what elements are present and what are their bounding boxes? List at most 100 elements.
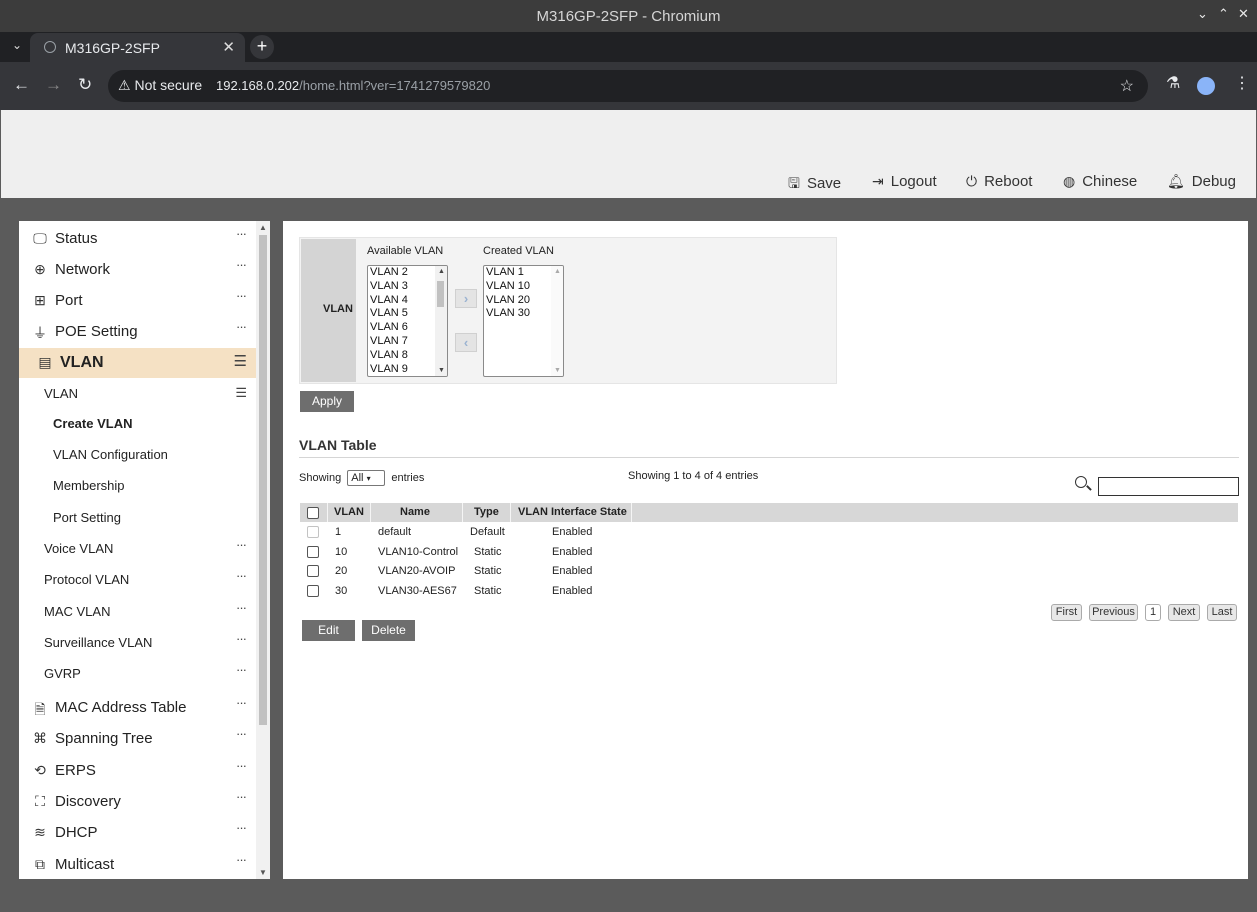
- available-vlan-listbox[interactable]: VLAN 2 VLAN 3 VLAN 4 VLAN 5 VLAN 6 VLAN …: [367, 265, 448, 377]
- logout-button[interactable]: ⇥ Logout: [872, 173, 937, 190]
- browser-tab[interactable]: M316GP-2SFP ✕: [30, 33, 245, 62]
- minimize-icon[interactable]: ⌄: [1197, 6, 1208, 22]
- sidebar-item-port[interactable]: ⊞ Port ···: [19, 286, 256, 314]
- url-text[interactable]: 192.168.0.202/home.html?ver=174127957982…: [216, 78, 490, 93]
- more-icon[interactable]: ···: [236, 537, 247, 552]
- row-checkbox[interactable]: [307, 565, 319, 577]
- table-row[interactable]: 1 default Default Enabled: [300, 522, 1238, 542]
- more-icon[interactable]: ···: [236, 288, 247, 303]
- tab-search-icon[interactable]: ⌄: [12, 38, 22, 52]
- pagination-last-button[interactable]: Last: [1207, 604, 1237, 621]
- scroll-up-icon[interactable]: ▲: [554, 268, 561, 275]
- sidebar-item-spanning-tree[interactable]: ⌘ Spanning Tree ···: [19, 724, 256, 752]
- column-header-name[interactable]: Name: [400, 506, 430, 518]
- pagination-first-button[interactable]: First: [1051, 604, 1082, 621]
- close-tab-icon[interactable]: ✕: [222, 38, 235, 56]
- forward-icon[interactable]: →: [45, 76, 62, 93]
- sidebar-item-status[interactable]: 🖵 Status ···: [19, 224, 256, 252]
- sidebar-item-dhcp[interactable]: ≋ DHCP ···: [19, 818, 256, 846]
- listbox-scrollbar[interactable]: ▲ ▼: [435, 266, 447, 376]
- scroll-up-icon[interactable]: ▲: [259, 223, 267, 232]
- move-left-button[interactable]: ‹: [455, 333, 477, 352]
- sidebar-subgroup-vlan[interactable]: VLAN ☰: [19, 380, 256, 408]
- sidebar-item-protocol-vlan[interactable]: Protocol VLAN ···: [19, 566, 256, 594]
- sidebar-item-vlan-configuration[interactable]: VLAN Configuration: [19, 441, 256, 469]
- sidebar-item-gvrp[interactable]: GVRP ···: [19, 660, 256, 688]
- more-icon[interactable]: ···: [236, 820, 247, 835]
- pagination-next-button[interactable]: Next: [1168, 604, 1200, 621]
- listbox-scrollbar[interactable]: ▲ ▼: [551, 266, 563, 376]
- more-icon[interactable]: ···: [236, 257, 247, 272]
- row-checkbox[interactable]: [307, 546, 319, 558]
- sidebar-item-label: Membership: [53, 478, 125, 493]
- debug-button[interactable]: 🔔︎ Debug: [1167, 173, 1236, 190]
- close-window-icon[interactable]: ✕: [1238, 6, 1249, 22]
- pagination-page-1[interactable]: 1: [1145, 604, 1161, 621]
- move-right-button[interactable]: ›: [455, 289, 477, 308]
- select-all-checkbox[interactable]: [307, 507, 319, 519]
- sidebar-item-multicast[interactable]: ⧉ Multicast ···: [19, 850, 256, 878]
- sidebar-item-discovery[interactable]: ⛶ Discovery ···: [19, 787, 256, 815]
- edit-button[interactable]: Edit: [302, 620, 355, 641]
- delete-button[interactable]: Delete: [362, 620, 415, 641]
- scroll-down-icon[interactable]: ▼: [259, 868, 267, 877]
- address-bar[interactable]: ⚠ Not secure 192.168.0.202/home.html?ver…: [108, 70, 1148, 102]
- entries-select[interactable]: All ▾: [347, 470, 386, 486]
- sidebar-item-mac-address-table[interactable]: 🗎 MAC Address Table ···: [19, 693, 256, 721]
- more-icon[interactable]: ···: [236, 662, 247, 677]
- sidebar-item-poe-setting[interactable]: ⏚ POE Setting ···: [19, 317, 256, 345]
- menu-icon[interactable]: ☰: [234, 352, 247, 370]
- row-checkbox[interactable]: [307, 585, 319, 597]
- more-icon[interactable]: ···: [236, 758, 247, 773]
- more-icon[interactable]: ···: [236, 726, 247, 741]
- column-header-vlan[interactable]: VLAN: [334, 506, 364, 518]
- sidebar-item-membership[interactable]: Membership: [19, 472, 256, 500]
- profile-avatar-icon[interactable]: [1197, 77, 1215, 95]
- globe-icon: ◍: [1063, 173, 1076, 189]
- scroll-down-icon[interactable]: ▼: [554, 367, 561, 374]
- bookmark-star-icon[interactable]: ☆: [1120, 76, 1134, 96]
- scroll-down-icon[interactable]: ▼: [438, 367, 445, 374]
- scroll-up-icon[interactable]: ▲: [438, 268, 445, 275]
- sidebar-item-vlan[interactable]: ▤ VLAN ☰: [19, 348, 256, 378]
- labs-flask-icon[interactable]: ⚗: [1166, 76, 1180, 92]
- scrollbar-thumb[interactable]: [437, 281, 444, 307]
- reboot-button[interactable]: ⏻ Reboot: [966, 173, 1032, 190]
- more-icon[interactable]: ···: [236, 631, 247, 646]
- created-vlan-listbox[interactable]: VLAN 1 VLAN 10 VLAN 20 VLAN 30 ▲ ▼: [483, 265, 564, 377]
- not-secure-indicator[interactable]: ⚠ Not secure: [118, 77, 202, 94]
- more-icon[interactable]: ···: [236, 695, 247, 710]
- search-input[interactable]: [1098, 477, 1239, 496]
- sidebar-item-erps[interactable]: ⟲ ERPS ···: [19, 756, 256, 784]
- table-row[interactable]: 30 VLAN30-AES67 Static Enabled: [300, 581, 1238, 601]
- save-button[interactable]: 🖫 Save: [788, 173, 841, 197]
- sidebar-item-mac-vlan[interactable]: MAC VLAN ···: [19, 598, 256, 626]
- menu-icon[interactable]: ☰: [235, 385, 247, 401]
- sidebar-item-create-vlan[interactable]: Create VLAN: [19, 410, 256, 438]
- more-icon[interactable]: ···: [236, 226, 247, 241]
- more-icon[interactable]: ···: [236, 789, 247, 804]
- maximize-icon[interactable]: ⌃: [1218, 6, 1229, 22]
- reload-icon[interactable]: ↻: [78, 76, 92, 93]
- more-icon[interactable]: ···: [236, 600, 247, 615]
- sidebar-item-port-setting[interactable]: Port Setting: [19, 504, 256, 532]
- table-row[interactable]: 20 VLAN20-AVOIP Static Enabled: [300, 561, 1238, 581]
- apply-button[interactable]: Apply: [300, 391, 354, 412]
- more-icon[interactable]: ···: [236, 852, 247, 867]
- new-tab-button[interactable]: +: [250, 35, 274, 59]
- sidebar-item-voice-vlan[interactable]: Voice VLAN ···: [19, 535, 256, 563]
- more-icon[interactable]: ···: [236, 568, 247, 583]
- more-icon[interactable]: ···: [236, 319, 247, 334]
- sidebar-item-network[interactable]: ⊕ Network ···: [19, 255, 256, 283]
- table-row[interactable]: 10 VLAN10-Control Static Enabled: [300, 542, 1238, 562]
- column-header-type[interactable]: Type: [474, 506, 499, 518]
- chinese-button[interactable]: ◍ Chinese: [1063, 173, 1137, 190]
- back-icon[interactable]: ←: [13, 76, 30, 93]
- sidebar-scrollbar[interactable]: ▲ ▼: [256, 221, 270, 879]
- scrollbar-thumb[interactable]: [259, 235, 267, 725]
- column-header-state[interactable]: VLAN Interface State: [518, 506, 627, 518]
- menu-kebab-icon[interactable]: ⋮: [1234, 76, 1250, 92]
- list-icon: ▤: [38, 354, 52, 370]
- sidebar-item-surveillance-vlan[interactable]: Surveillance VLAN ···: [19, 629, 256, 657]
- pagination-previous-button[interactable]: Previous: [1089, 604, 1138, 621]
